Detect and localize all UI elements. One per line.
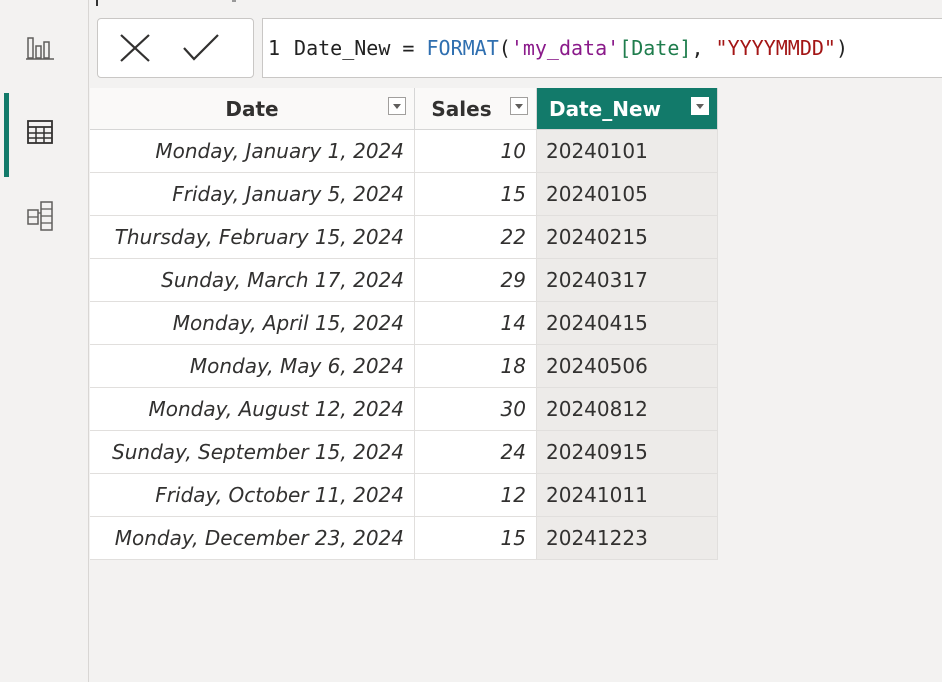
model-view-button[interactable]	[0, 186, 88, 240]
table-row: Monday, December 23, 2024 15 20241223	[90, 516, 718, 560]
measure-name: Date_New	[294, 36, 391, 60]
table-row: Thursday, February 15, 2024 22 20240215	[90, 215, 718, 259]
cell-date[interactable]: Monday, December 23, 2024	[90, 516, 415, 560]
filter-dropdown-icon[interactable]	[388, 97, 406, 115]
cell-date[interactable]: Friday, October 11, 2024	[90, 473, 415, 517]
cell-date-new[interactable]: 20241011	[536, 473, 718, 517]
view-rail	[0, 0, 89, 682]
table-row: Sunday, March 17, 2024 29 20240317	[90, 258, 718, 302]
cell-date[interactable]: Thursday, February 15, 2024	[90, 215, 415, 259]
cell-date[interactable]: Monday, August 12, 2024	[90, 387, 415, 431]
open-paren: (	[498, 36, 511, 60]
cell-date-new[interactable]: 20240101	[536, 129, 718, 173]
line-number: 1	[268, 36, 281, 60]
column-header-sales[interactable]: Sales	[414, 88, 537, 130]
argument-separator: ,	[691, 36, 704, 60]
bar-chart-icon	[26, 37, 54, 60]
model-icon	[27, 201, 53, 231]
column-header-label: Date_New	[549, 96, 662, 121]
table-row: Monday, January 1, 2024 10 20240101	[90, 129, 718, 173]
table-row: Monday, August 12, 2024 30 20240812	[90, 387, 718, 431]
cell-date-new[interactable]: 20240915	[536, 430, 718, 474]
cell-date[interactable]: Monday, January 1, 2024	[90, 129, 415, 173]
table-row: Sunday, September 15, 2024 24 20240915	[90, 430, 718, 474]
filter-dropdown-icon[interactable]	[510, 97, 528, 115]
table-icon	[27, 120, 53, 144]
cell-date[interactable]: Monday, May 6, 2024	[90, 344, 415, 388]
column-header-date-new[interactable]: Date_New	[536, 88, 718, 130]
cell-date-new[interactable]: 20240415	[536, 301, 718, 345]
cell-sales[interactable]: 10	[414, 129, 537, 173]
table-row: Friday, October 11, 2024 12 20241011	[90, 473, 718, 517]
cancel-button[interactable]	[118, 33, 152, 67]
cell-date-new[interactable]: 20240812	[536, 387, 718, 431]
close-icon	[120, 34, 150, 62]
top-edge-mark	[96, 0, 98, 6]
cell-date-new[interactable]: 20240506	[536, 344, 718, 388]
formula-commit-box	[97, 18, 254, 78]
cell-sales[interactable]: 30	[414, 387, 537, 431]
cell-date-new[interactable]: 20241223	[536, 516, 718, 560]
cell-date-new[interactable]: 20240215	[536, 215, 718, 259]
column-header-date[interactable]: Date	[90, 88, 415, 130]
top-edge-mark	[232, 0, 236, 2]
cell-date-new[interactable]: 20240317	[536, 258, 718, 302]
filter-dropdown-icon[interactable]	[691, 97, 709, 115]
cell-sales[interactable]: 24	[414, 430, 537, 474]
close-paren: )	[835, 36, 848, 60]
operator: =	[402, 36, 415, 60]
table-reference: 'my_data'	[510, 36, 620, 60]
table-row: Friday, January 5, 2024 15 20240105	[90, 172, 718, 216]
cell-date-new[interactable]: 20240105	[536, 172, 718, 216]
column-reference: [Date]	[619, 36, 692, 60]
cell-sales[interactable]: 18	[414, 344, 537, 388]
cell-sales[interactable]: 29	[414, 258, 537, 302]
table-row: Monday, April 15, 2024 14 20240415	[90, 301, 718, 345]
cell-sales[interactable]: 14	[414, 301, 537, 345]
cell-date[interactable]: Sunday, September 15, 2024	[90, 430, 415, 474]
dax-formula-editor[interactable]: 1 Date_New = FORMAT('my_data'[Date], "YYY…	[262, 18, 942, 78]
header-row: Date Sales Date_New	[90, 88, 718, 130]
cell-date[interactable]: Monday, April 15, 2024	[90, 301, 415, 345]
format-string: "YYYYMMDD"	[715, 36, 836, 60]
cell-sales[interactable]: 15	[414, 172, 537, 216]
table-row: Monday, May 6, 2024 18 20240506	[90, 344, 718, 388]
table-view-button[interactable]	[0, 104, 88, 158]
cell-sales[interactable]: 12	[414, 473, 537, 517]
cell-sales[interactable]: 22	[414, 215, 537, 259]
column-header-label: Sales	[431, 96, 492, 121]
report-view-button[interactable]	[0, 20, 88, 74]
data-table: Date Sales Date_New Monday, January 1, 2…	[90, 88, 718, 560]
cell-date[interactable]: Friday, January 5, 2024	[90, 172, 415, 216]
function-name: FORMAT	[426, 36, 499, 60]
check-icon	[183, 34, 219, 61]
commit-button[interactable]	[182, 33, 220, 67]
column-header-label: Date	[225, 96, 279, 121]
cell-sales[interactable]: 15	[414, 516, 537, 560]
cell-date[interactable]: Sunday, March 17, 2024	[90, 258, 415, 302]
